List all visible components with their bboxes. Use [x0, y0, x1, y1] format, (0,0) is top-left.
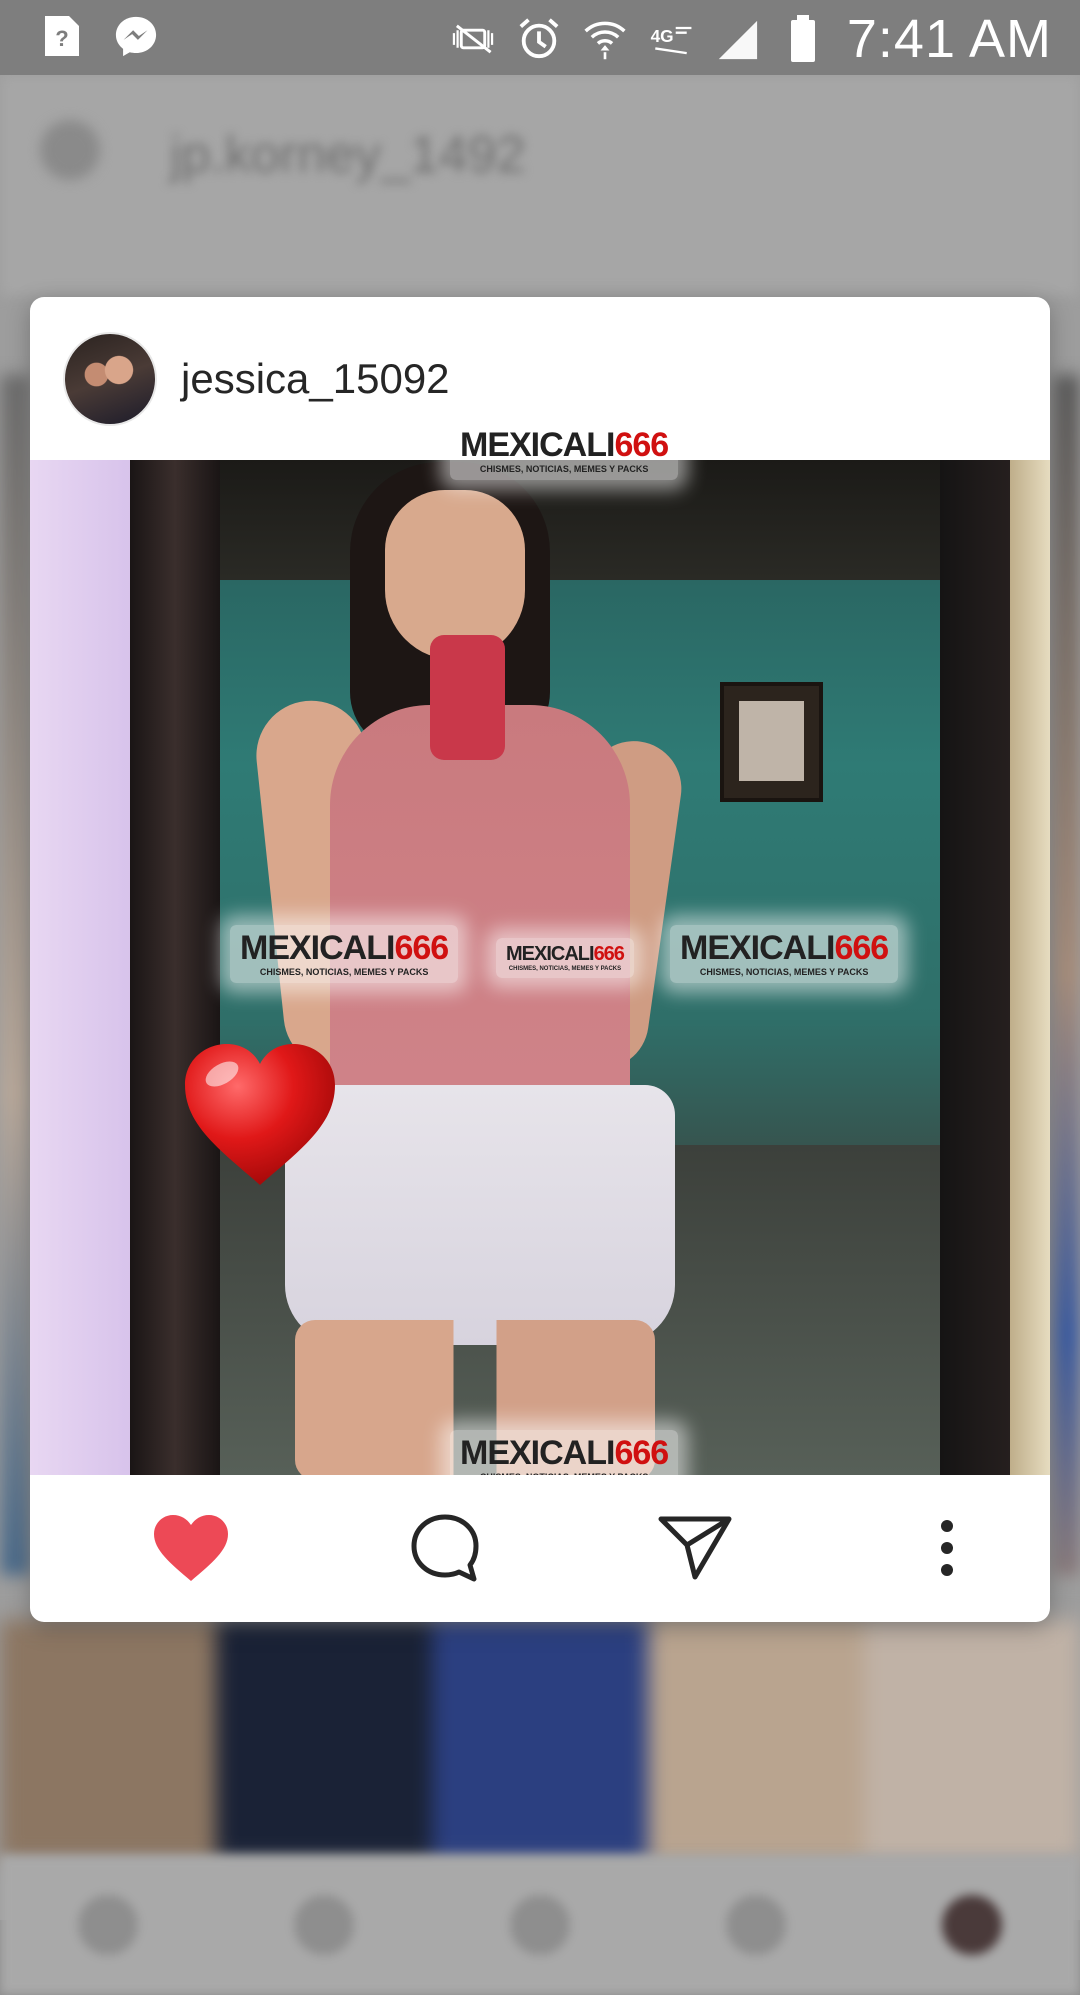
watermark: MEXICALI666 CHISMES, NOTICIAS, MEMES Y P…	[670, 925, 899, 983]
avatar[interactable]	[63, 331, 157, 426]
post-actions	[30, 1475, 1050, 1622]
background-title: jp.korney_1492	[170, 126, 526, 184]
post-photo[interactable]: MEXICALI666 CHISMES, NOTICIAS, MEMES Y P…	[30, 460, 1050, 1475]
background-back-icon	[40, 120, 100, 180]
background-left-edge	[0, 375, 30, 1575]
post-preview-card: jessica_15092 MEXICALI666 CHISMES, NOTIC…	[30, 297, 1050, 1622]
wall-picture	[720, 682, 823, 802]
svg-text:?: ?	[55, 26, 68, 51]
status-time: 7:41 AM	[846, 9, 1052, 69]
background-toolbar	[0, 75, 1080, 295]
watermark: MEXICALI666 CHISMES, NOTICIAS, MEMES Y P…	[450, 1430, 679, 1475]
more-icon[interactable]	[904, 1505, 990, 1591]
watermark: MEXICALI666 CHISMES, NOTICIAS, MEMES Y P…	[450, 422, 679, 480]
wifi-icon	[583, 17, 627, 61]
messenger-icon	[114, 14, 158, 58]
share-icon[interactable]	[652, 1505, 738, 1591]
watermark: MEXICALI666 CHISMES, NOTICIAS, MEMES Y P…	[496, 938, 634, 978]
comment-icon[interactable]	[402, 1505, 488, 1591]
status-bar: ? 4G 7:41 AM	[0, 0, 1080, 75]
background-photo-grid	[0, 1620, 1080, 1860]
like-icon[interactable]	[148, 1505, 234, 1591]
background-right-edge	[1054, 375, 1080, 1575]
help-notification-icon: ?	[40, 14, 84, 58]
watermark: MEXICALI666 CHISMES, NOTICIAS, MEMES Y P…	[230, 925, 459, 983]
battery-icon	[781, 15, 825, 62]
signal-icon	[715, 17, 759, 61]
phone	[430, 635, 505, 760]
background-bottom-nav	[0, 1855, 1080, 1995]
svg-text:4G: 4G	[650, 26, 673, 46]
username[interactable]: jessica_15092	[181, 355, 450, 403]
alarm-icon	[517, 17, 561, 61]
mute-icon	[451, 17, 495, 61]
heart-emoji-icon	[185, 1044, 335, 1185]
lte-icon: 4G	[649, 17, 693, 61]
